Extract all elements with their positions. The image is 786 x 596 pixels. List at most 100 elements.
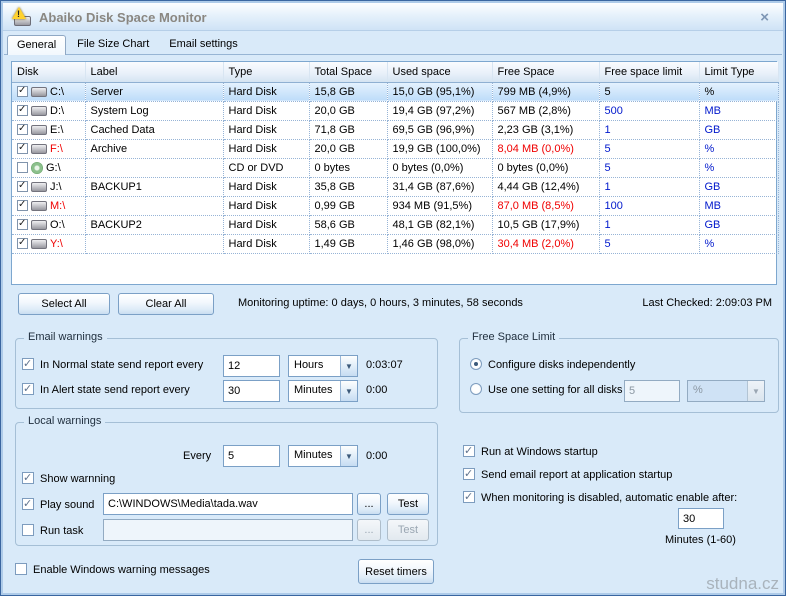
enable-windows-messages-label: Enable Windows warning messages xyxy=(33,564,210,576)
test-sound-button[interactable]: Test xyxy=(387,493,429,515)
select-all-button[interactable]: Select All xyxy=(18,293,110,315)
one-setting-unit-select: % ▼ xyxy=(687,380,765,402)
table-row[interactable]: G:\ CD or DVD 0 bytes 0 bytes (0,0%) 0 b… xyxy=(12,158,778,177)
app-window: ! Abaiko Disk Space Monitor × General Fi… xyxy=(0,0,786,596)
tab-file-size-chart[interactable]: File Size Chart xyxy=(68,35,158,54)
disk-table: Disk Label Type Total Space Used space F… xyxy=(11,61,777,285)
local-interval-input[interactable] xyxy=(223,445,280,467)
table-row[interactable]: M:\ Hard Disk 0,99 GB 934 MB (91,5%) 87,… xyxy=(12,196,778,215)
hard-disk-icon xyxy=(31,182,47,192)
cd-icon xyxy=(31,162,43,174)
normal-unit-select[interactable]: Hours ▼ xyxy=(288,355,358,377)
play-sound-checkbox[interactable] xyxy=(22,498,34,510)
panel-divider xyxy=(4,54,782,55)
col-free-space[interactable]: Free Space xyxy=(492,62,599,82)
normal-interval-input[interactable] xyxy=(223,355,280,377)
hard-disk-icon xyxy=(31,201,47,211)
configure-independently-radio[interactable] xyxy=(470,358,482,370)
run-task-label: Run task xyxy=(40,525,83,537)
disk-checkbox[interactable] xyxy=(17,86,28,97)
uptime-text: Monitoring uptime: 0 days, 0 hours, 3 mi… xyxy=(238,297,523,309)
hard-disk-icon xyxy=(31,106,47,116)
disk-checkbox[interactable] xyxy=(17,105,28,116)
drive-letter: C:\ xyxy=(50,86,64,98)
local-unit-select[interactable]: Minutes ▼ xyxy=(288,445,358,467)
window-title: Abaiko Disk Space Monitor xyxy=(39,10,207,25)
task-path-input xyxy=(103,519,353,541)
one-setting-radio[interactable] xyxy=(470,383,482,395)
auto-enable-checkbox[interactable] xyxy=(463,491,475,503)
email-warnings-title: Email warnings xyxy=(24,331,107,343)
clear-all-button[interactable]: Clear All xyxy=(118,293,214,315)
one-setting-value-input xyxy=(624,380,680,402)
alert-report-label: In Alert state send report every xyxy=(40,384,190,396)
hard-disk-icon xyxy=(31,87,47,97)
drive-letter: Y:\ xyxy=(50,238,63,250)
run-at-startup-label: Run at Windows startup xyxy=(481,446,598,458)
table-row[interactable]: J:\ BACKUP1 Hard Disk 35,8 GB 31,4 GB (8… xyxy=(12,177,778,196)
col-used-space[interactable]: Used space xyxy=(387,62,492,82)
enable-windows-messages-checkbox[interactable] xyxy=(15,563,27,575)
dropdown-arrow-icon[interactable]: ▼ xyxy=(340,356,357,376)
drive-letter: D:\ xyxy=(50,105,64,117)
alert-interval-input[interactable] xyxy=(223,380,280,402)
tab-general[interactable]: General xyxy=(7,35,66,55)
run-task-checkbox[interactable] xyxy=(22,524,34,536)
hard-disk-icon xyxy=(31,144,47,154)
tab-strip: General File Size Chart Email settings xyxy=(7,32,249,54)
last-checked-text: Last Checked: 2:09:03 PM xyxy=(642,297,772,309)
normal-timer-text: 0:03:07 xyxy=(366,359,403,371)
hard-disk-icon xyxy=(31,125,47,135)
watermark-text: studna.cz xyxy=(706,574,779,594)
disk-checkbox[interactable] xyxy=(17,143,28,154)
alert-unit-select[interactable]: Minutes ▼ xyxy=(288,380,358,402)
col-limit-type[interactable]: Limit Type xyxy=(699,62,778,82)
run-at-startup-checkbox[interactable] xyxy=(463,445,475,457)
browse-sound-button[interactable]: ... xyxy=(357,493,381,515)
disk-checkbox[interactable] xyxy=(17,200,28,211)
tab-email-settings[interactable]: Email settings xyxy=(160,35,246,54)
disk-checkbox[interactable] xyxy=(17,238,28,249)
auto-enable-value-input[interactable] xyxy=(678,508,724,529)
table-row[interactable]: C:\ Server Hard Disk 15,8 GB 15,0 GB (95… xyxy=(12,82,778,101)
free-space-limit-title: Free Space Limit xyxy=(468,331,559,343)
app-warning-disk-icon: ! xyxy=(12,8,34,27)
disk-checkbox[interactable] xyxy=(17,219,28,230)
disk-checkbox[interactable] xyxy=(17,124,28,135)
col-free-space-limit[interactable]: Free space limit xyxy=(599,62,699,82)
auto-enable-label: When monitoring is disabled, automatic e… xyxy=(481,492,737,504)
table-row[interactable]: D:\ System Log Hard Disk 20,0 GB 19,4 GB… xyxy=(12,101,778,120)
col-type[interactable]: Type xyxy=(223,62,309,82)
col-total-space[interactable]: Total Space xyxy=(309,62,387,82)
table-row[interactable]: E:\ Cached Data Hard Disk 71,8 GB 69,5 G… xyxy=(12,120,778,139)
browse-task-button: ... xyxy=(357,519,381,541)
every-label: Every xyxy=(183,450,211,462)
play-sound-label: Play sound xyxy=(40,499,94,511)
dropdown-arrow-icon[interactable]: ▼ xyxy=(340,381,357,401)
show-warning-checkbox[interactable] xyxy=(22,472,34,484)
disk-checkbox[interactable] xyxy=(17,181,28,192)
local-warnings-group: Local warnings Every Minutes ▼ 0:00 Show… xyxy=(15,422,438,546)
free-space-limit-group: Free Space Limit Configure disks indepen… xyxy=(459,338,779,413)
normal-report-checkbox[interactable] xyxy=(22,358,34,370)
col-label[interactable]: Label xyxy=(85,62,223,82)
sound-path-input[interactable] xyxy=(103,493,353,515)
disk-checkbox[interactable] xyxy=(17,162,28,173)
table-row[interactable]: O:\ BACKUP2 Hard Disk 58,6 GB 48,1 GB (8… xyxy=(12,215,778,234)
drive-letter: M:\ xyxy=(50,200,65,212)
alert-timer-text: 0:00 xyxy=(366,384,387,396)
local-timer-text: 0:00 xyxy=(366,450,387,462)
dropdown-arrow-icon: ▼ xyxy=(747,381,764,401)
col-disk[interactable]: Disk xyxy=(12,62,85,82)
one-setting-label: Use one setting for all disks xyxy=(488,384,623,396)
reset-timers-button[interactable]: Reset timers xyxy=(358,559,434,584)
table-row[interactable]: Y:\ Hard Disk 1,49 GB 1,46 GB (98,0%) 30… xyxy=(12,234,778,253)
close-icon[interactable]: × xyxy=(760,9,769,26)
send-email-startup-checkbox[interactable] xyxy=(463,468,475,480)
normal-report-label: In Normal state send report every xyxy=(40,359,203,371)
dropdown-arrow-icon[interactable]: ▼ xyxy=(340,446,357,466)
table-row[interactable]: F:\ Archive Hard Disk 20,0 GB 19,9 GB (1… xyxy=(12,139,778,158)
table-header-row: Disk Label Type Total Space Used space F… xyxy=(12,62,778,82)
alert-report-checkbox[interactable] xyxy=(22,383,34,395)
drive-letter: G:\ xyxy=(46,162,61,174)
